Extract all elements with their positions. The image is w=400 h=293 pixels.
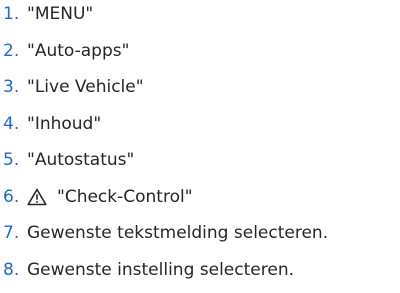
step-6: 6. "Check-Control" xyxy=(0,184,400,221)
step-text: "Inhoud" xyxy=(27,113,102,134)
step-5: 5. "Autostatus" xyxy=(0,147,400,184)
step-2: 2. "Auto-apps" xyxy=(0,38,400,75)
instruction-steps: 1. "MENU" 2. "Auto-apps" 3. "Live Vehicl… xyxy=(0,1,400,293)
step-number: 2. xyxy=(3,40,20,61)
step-number: 1. xyxy=(3,4,20,24)
step-text: Gewenste tekstmelding selecteren. xyxy=(27,223,329,243)
step-number: 5. xyxy=(3,150,20,170)
step-number: 7. xyxy=(3,223,20,243)
step-3: 3. "Live Vehicle" xyxy=(0,74,400,111)
step-4: 4. "Inhoud" xyxy=(0,111,400,148)
step-number: 3. xyxy=(3,77,20,97)
step-text: "Live Vehicle" xyxy=(27,77,144,97)
step-number: 6. xyxy=(3,186,20,207)
step-text: "Check-Control" xyxy=(57,186,193,207)
warning-triangle-icon xyxy=(27,188,47,206)
step-number: 8. xyxy=(3,259,20,280)
step-text: "Auto-apps" xyxy=(27,40,130,61)
step-number: 4. xyxy=(3,113,20,134)
step-text: "Autostatus" xyxy=(27,150,135,170)
step-1: 1. "MENU" xyxy=(0,1,400,38)
step-8: 8. Gewenste instelling selecteren. xyxy=(0,257,400,293)
step-7: 7. Gewenste tekstmelding selecteren. xyxy=(0,220,400,257)
step-text: Gewenste instelling selecteren. xyxy=(27,259,294,280)
step-text: "MENU" xyxy=(27,4,94,24)
